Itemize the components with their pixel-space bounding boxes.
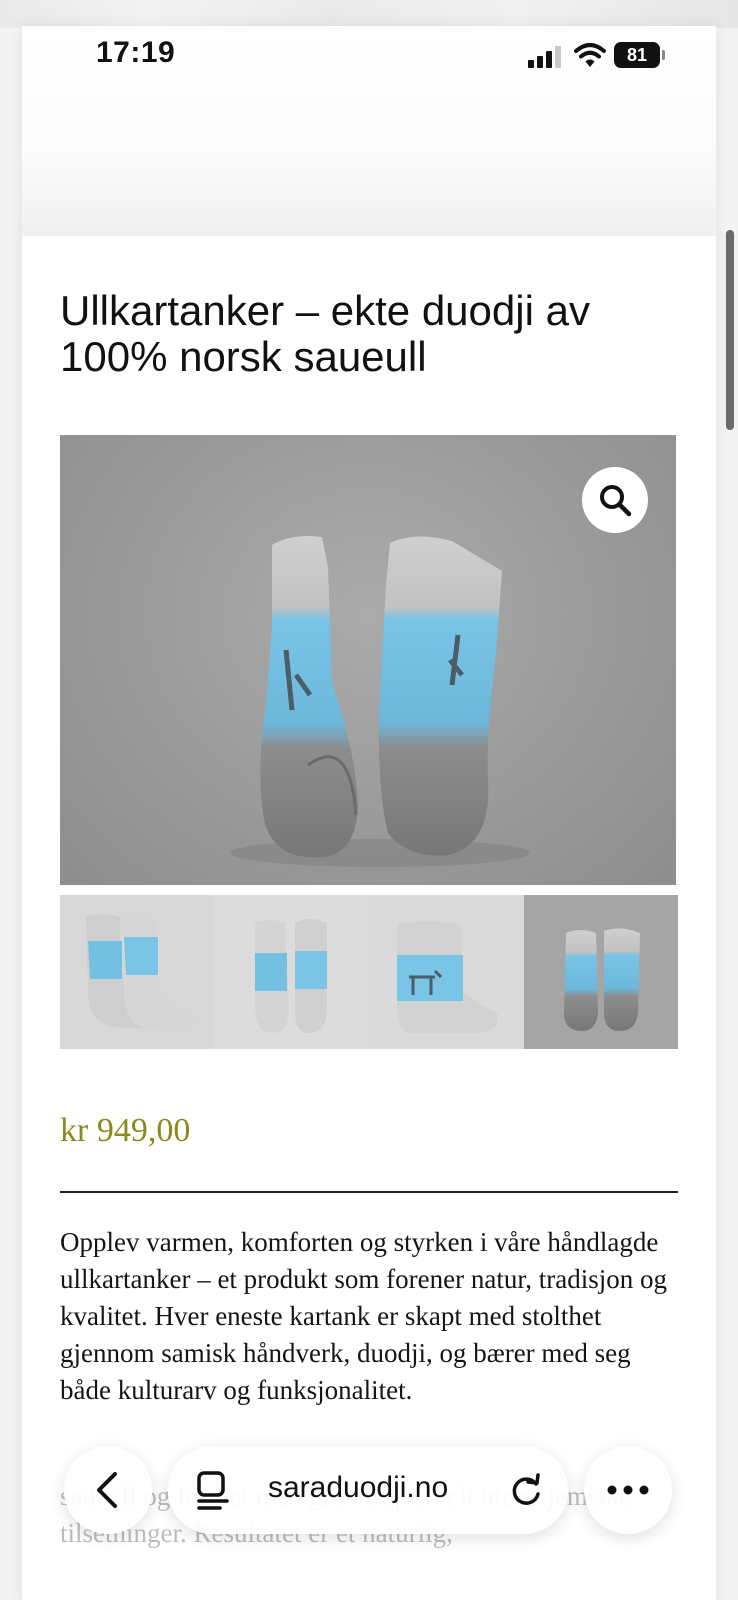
product-main-image[interactable] <box>60 435 676 885</box>
back-button[interactable] <box>64 1446 152 1534</box>
thumbnail-2[interactable] <box>214 895 369 1049</box>
thumbnail-3[interactable] <box>369 895 524 1049</box>
product-page: 17:19 81 Ullkartanker – ekte duodji av 1… <box>22 26 716 1600</box>
back-icon <box>97 1472 117 1508</box>
address-bar[interactable]: saraduodji.no <box>168 1446 568 1534</box>
signal-icon <box>528 46 564 68</box>
previous-content-strip <box>0 0 738 28</box>
magnifier-icon <box>600 485 632 517</box>
wifi-icon <box>574 43 606 67</box>
more-icon <box>607 1485 649 1495</box>
thumbnail-4-selected[interactable] <box>523 895 678 1049</box>
gallery-thumbnails <box>60 895 678 1049</box>
status-bar: 17:19 81 <box>22 26 716 84</box>
thumbnail-1[interactable] <box>60 895 215 1049</box>
battery-icon: 81 <box>614 42 665 68</box>
reader-icon <box>197 1471 229 1510</box>
battery-level: 81 <box>626 45 648 65</box>
product-description: Opplev varmen, komforten og styrken i vå… <box>60 1227 667 1405</box>
more-button[interactable] <box>584 1446 672 1534</box>
product-price: kr 949,00 <box>60 1112 191 1149</box>
status-time: 17:19 <box>96 36 176 69</box>
page-scrollbar[interactable] <box>726 230 734 430</box>
product-title: Ullkartanker – ekte duodji av 100% norsk… <box>60 287 590 380</box>
address-text: saraduodji.no <box>268 1471 449 1504</box>
divider <box>60 1191 678 1193</box>
reload-icon[interactable] <box>508 1472 544 1508</box>
zoom-button[interactable] <box>582 467 648 533</box>
